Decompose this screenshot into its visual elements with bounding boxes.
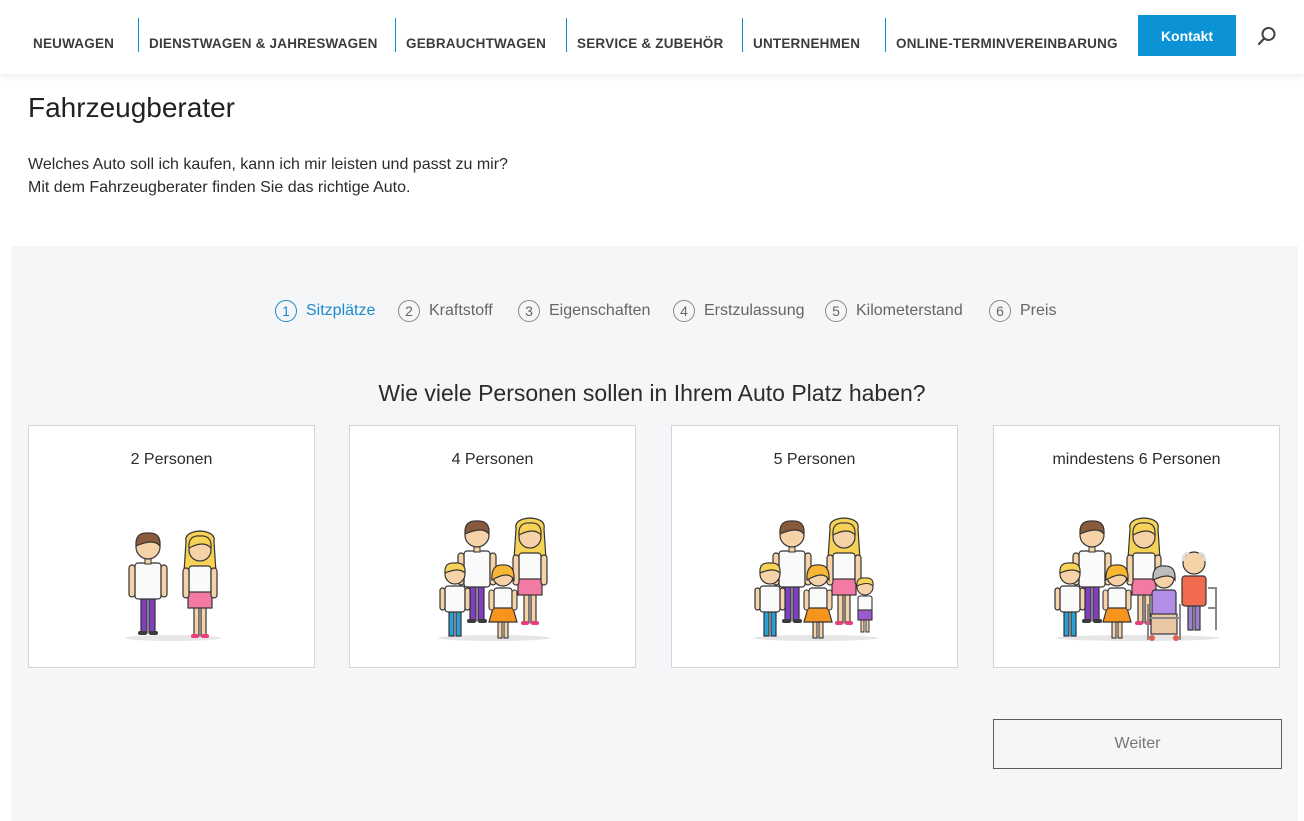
search-icon[interactable] bbox=[1256, 25, 1278, 47]
family-of-four-icon bbox=[438, 517, 550, 641]
step-preis[interactable]: 6 Preis bbox=[989, 300, 1056, 322]
nav-divider bbox=[395, 18, 396, 52]
step-label: Kraftstoff bbox=[429, 302, 493, 319]
step-number: 2 bbox=[398, 300, 420, 322]
option-card-5-personen[interactable]: 5 Personen bbox=[671, 425, 958, 668]
page-title: Fahrzeugberater bbox=[28, 92, 236, 123]
next-button[interactable]: Weiter bbox=[993, 719, 1282, 769]
family-of-five-icon bbox=[754, 517, 878, 641]
step-number: 3 bbox=[518, 300, 540, 322]
step-number: 1 bbox=[275, 300, 297, 322]
step-label: Eigenschaften bbox=[549, 302, 651, 319]
nav-item-service[interactable]: SERVICE & ZUBEHÖR bbox=[577, 36, 723, 51]
couple-icon bbox=[125, 530, 221, 641]
intro-line-1: Welches Auto soll ich kaufen, kann ich m… bbox=[28, 156, 508, 173]
contact-button[interactable]: Kontakt bbox=[1138, 15, 1236, 56]
step-label: Preis bbox=[1020, 302, 1057, 319]
step-kraftstoff[interactable]: 2 Kraftstoff bbox=[398, 300, 493, 322]
intro-text: Welches Auto soll ich kaufen, kann ich m… bbox=[28, 153, 508, 199]
step-number: 5 bbox=[825, 300, 847, 322]
step-label: Kilometerstand bbox=[856, 302, 963, 319]
option-card-4-personen[interactable]: 4 Personen bbox=[349, 425, 636, 668]
option-card-mindestens-6-personen[interactable]: mindestens 6 Personen bbox=[993, 425, 1280, 668]
step-number: 4 bbox=[673, 300, 695, 322]
option-label: 5 Personen bbox=[773, 451, 856, 468]
option-label: mindestens 6 Personen bbox=[1052, 451, 1221, 468]
nav-item-dienstwagen[interactable]: DIENSTWAGEN & JAHRESWAGEN bbox=[149, 36, 378, 51]
nav-divider bbox=[885, 18, 886, 52]
nav-divider bbox=[566, 18, 567, 52]
option-card-2-personen[interactable]: 2 Personen bbox=[28, 425, 315, 668]
step-sitzplaetze[interactable]: 1 Sitzplätze bbox=[275, 300, 375, 322]
option-label: 2 Personen bbox=[130, 451, 213, 468]
site-header: NEUWAGEN DIENSTWAGEN & JAHRESWAGEN GEBRA… bbox=[0, 0, 1304, 74]
question-heading: Wie viele Personen sollen in Ihrem Auto … bbox=[378, 380, 926, 406]
step-number: 6 bbox=[989, 300, 1011, 322]
option-label: 4 Personen bbox=[451, 451, 534, 468]
step-indicator: 1 Sitzplätze 2 Kraftstoff 3 Eigenschafte… bbox=[0, 300, 1304, 326]
nav-item-gebrauchtwagen[interactable]: GEBRAUCHTWAGEN bbox=[406, 36, 546, 51]
nav-item-neuwagen[interactable]: NEUWAGEN bbox=[33, 36, 114, 51]
step-label: Sitzplätze bbox=[306, 302, 376, 319]
step-eigenschaften[interactable]: 3 Eigenschaften bbox=[518, 300, 650, 322]
nav-divider bbox=[138, 18, 139, 52]
step-kilometerstand[interactable]: 5 Kilometerstand bbox=[825, 300, 963, 322]
nav-item-terminvereinbarung[interactable]: ONLINE-TERMINVEREINBARUNG bbox=[896, 36, 1118, 51]
nav-divider bbox=[742, 18, 743, 52]
step-erstzulassung[interactable]: 4 Erstzulassung bbox=[673, 300, 805, 322]
nav-item-unternehmen[interactable]: UNTERNEHMEN bbox=[753, 36, 860, 51]
intro-line-2: Mit dem Fahrzeugberater finden Sie das r… bbox=[28, 179, 411, 196]
step-label: Erstzulassung bbox=[704, 302, 805, 319]
large-family-icon bbox=[1054, 517, 1220, 642]
